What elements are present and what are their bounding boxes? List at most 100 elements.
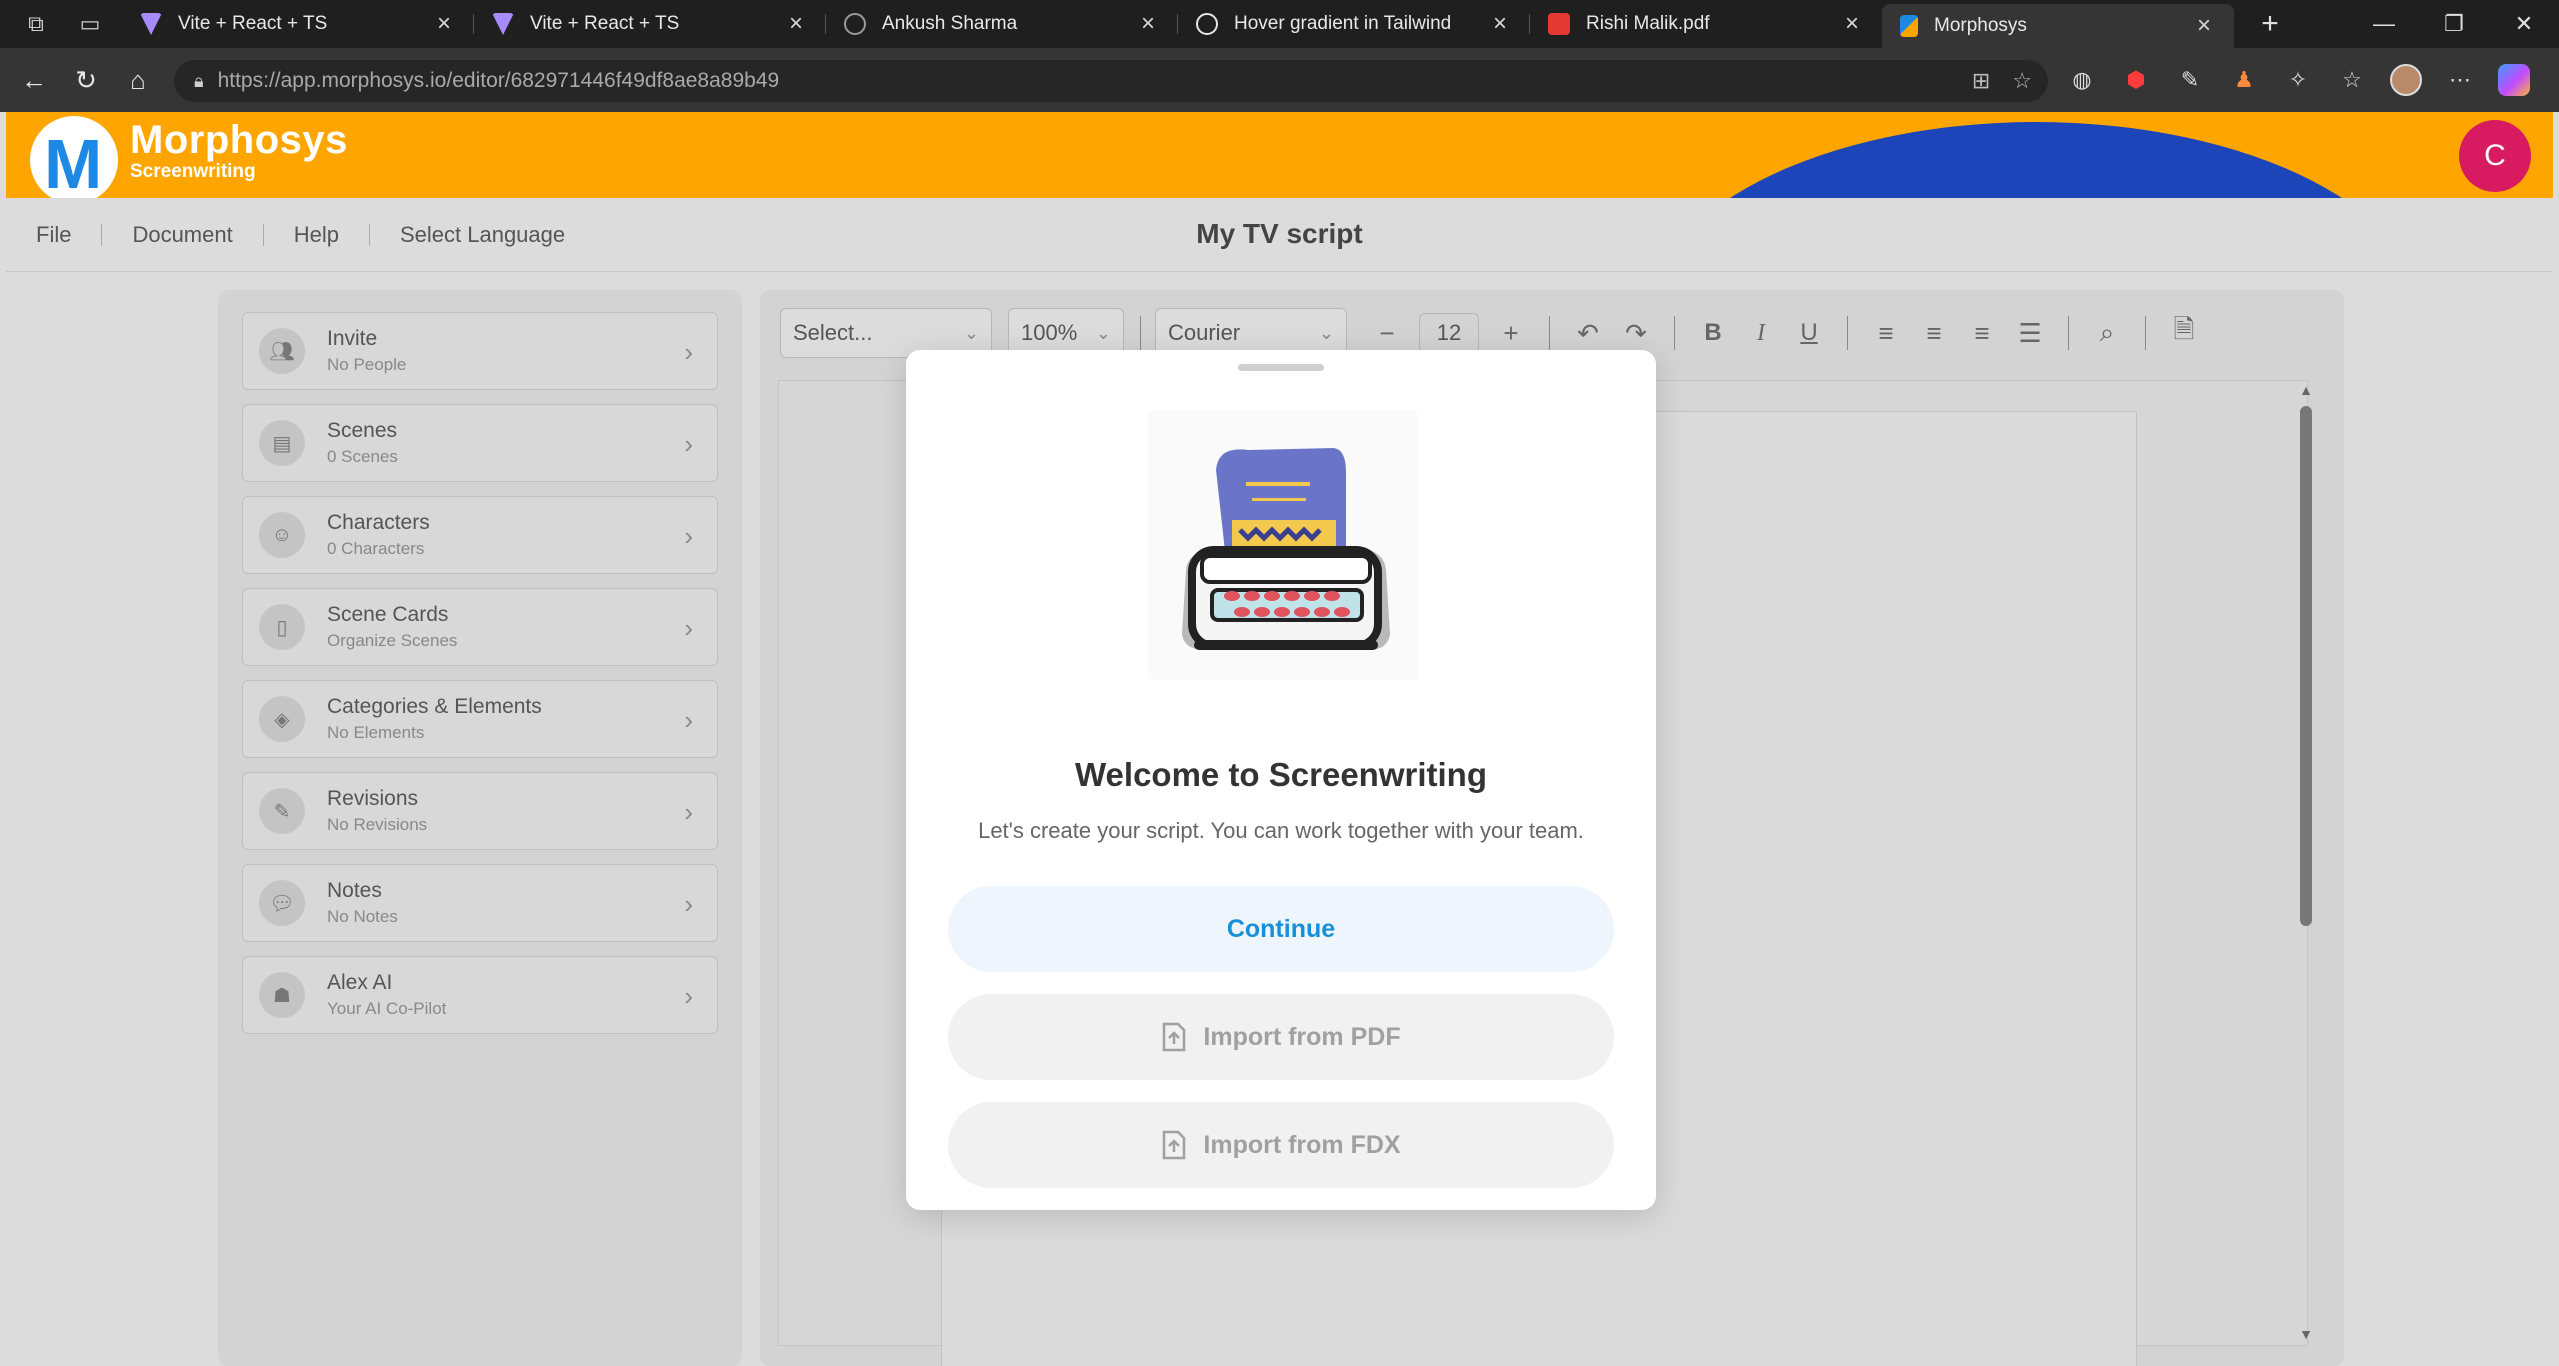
find-replace-icon[interactable]: ⌕ <box>2083 309 2131 357</box>
close-window-icon[interactable]: ✕ <box>2489 0 2559 48</box>
drag-handle[interactable] <box>1238 364 1324 371</box>
favorite-star-icon[interactable]: ☆ <box>2012 68 2032 94</box>
bold-icon[interactable]: B <box>1689 309 1737 357</box>
brand: Morphosys Screenwriting <box>130 118 348 183</box>
import-fdx-button[interactable]: Import from FDX <box>948 1102 1614 1188</box>
import-pdf-button[interactable]: Import from PDF <box>948 994 1614 1080</box>
font-size-input[interactable]: 12 <box>1419 313 1479 353</box>
chevron-right-icon: › <box>684 981 693 1011</box>
sidebar-item-revisions[interactable]: ✎ Revisions No Revisions › <box>242 772 718 850</box>
browser-tab[interactable]: Ankush Sharma × <box>826 0 1178 48</box>
window-controls: — ❐ ✕ <box>2349 0 2559 48</box>
copilot-icon[interactable] <box>2498 64 2530 96</box>
underline-icon[interactable]: U <box>1785 309 1833 357</box>
chevron-down-icon: ⌄ <box>963 322 979 343</box>
modal-title: Welcome to Screenwriting <box>1075 756 1487 793</box>
lock-icon[interactable]: 🔒︎ <box>194 71 204 92</box>
reload-icon[interactable]: ↻ <box>64 58 108 102</box>
brand-name: Morphosys <box>130 118 348 162</box>
document-icon[interactable]: 🗎︎ <box>2160 309 2208 357</box>
close-tab-icon[interactable]: × <box>2192 12 2216 40</box>
user-avatar[interactable]: C <box>2459 120 2531 192</box>
typewriter-illustration <box>1148 410 1418 680</box>
browser-tab[interactable]: Hover gradient in Tailwind × <box>1178 0 1530 48</box>
sidebar-item-notes[interactable]: 💬︎ Notes No Notes › <box>242 864 718 942</box>
tab-actions-icon[interactable]: ▭ <box>72 6 108 42</box>
align-right-icon[interactable]: ≡ <box>1958 309 2006 357</box>
browser-tab[interactable]: Vite + React + TS × <box>122 0 474 48</box>
sidebar-item-scenes[interactable]: ▤ Scenes 0 Scenes › <box>242 404 718 482</box>
app-available-icon[interactable]: ⊞ <box>1972 68 1990 94</box>
adblock-extension-icon[interactable]: ⬢ <box>2120 64 2152 96</box>
extension-icon[interactable]: ♟ <box>2228 64 2260 96</box>
scroll-up-icon[interactable]: ▲ <box>2298 382 2314 398</box>
smiley-icon: ☺ <box>259 512 305 558</box>
layers-icon: ◈ <box>259 696 305 742</box>
file-upload-icon <box>1161 1022 1187 1052</box>
sidebar-item-scene-cards[interactable]: ▯ Scene Cards Organize Scenes › <box>242 588 718 666</box>
close-tab-icon[interactable]: × <box>1840 10 1864 38</box>
pen-icon: ✎ <box>259 788 305 834</box>
more-menu-icon[interactable]: ⋯ <box>2444 64 2476 96</box>
close-tab-icon[interactable]: × <box>432 10 456 38</box>
sidebar-item-characters[interactable]: ☺ Characters 0 Characters › <box>242 496 718 574</box>
extensions-puzzle-icon[interactable]: ✧ <box>2282 64 2314 96</box>
clapper-icon: ▤ <box>259 420 305 466</box>
back-icon[interactable]: ← <box>12 58 56 102</box>
eyedropper-extension-icon[interactable]: ✎ <box>2174 64 2206 96</box>
pdf-favicon-icon <box>1548 13 1570 35</box>
sidebar-item-categories[interactable]: ◈ Categories & Elements No Elements › <box>242 680 718 758</box>
align-justify-icon[interactable]: ☰ <box>2006 309 2054 357</box>
continue-button[interactable]: Continue <box>948 886 1614 972</box>
vpn-globe-icon[interactable]: ◍ <box>2066 64 2098 96</box>
chevron-down-icon: ⌄ <box>1318 322 1334 343</box>
browser-tab-active[interactable]: Morphosys × <box>1882 4 2234 48</box>
chevron-right-icon: › <box>684 429 693 459</box>
app-header: M Morphosys Screenwriting C <box>6 112 2553 198</box>
chevron-right-icon: › <box>684 889 693 919</box>
chevron-right-icon: › <box>684 797 693 827</box>
close-tab-icon[interactable]: × <box>1136 10 1160 38</box>
sidebar-item-invite[interactable]: 👥︎ Invite No People › <box>242 312 718 390</box>
profile-avatar[interactable] <box>2390 64 2422 96</box>
address-bar[interactable]: 🔒︎ https://app.morphosys.io/editor/68297… <box>174 60 2048 102</box>
scrollbar-thumb[interactable] <box>2300 406 2312 926</box>
workspaces-icon[interactable]: ⧉ <box>18 6 54 42</box>
chevron-down-icon: ⌄ <box>1095 322 1111 343</box>
openai-favicon-icon <box>1196 13 1218 35</box>
morphosys-favicon-icon <box>1900 15 1918 37</box>
home-icon[interactable]: ⌂ <box>116 58 160 102</box>
chat-icon: 💬︎ <box>259 880 305 926</box>
scroll-down-icon[interactable]: ▼ <box>2298 1326 2314 1342</box>
document-title[interactable]: My TV script <box>6 218 2553 250</box>
minimize-icon[interactable]: — <box>2349 0 2419 48</box>
browser-tab-strip: ⧉ ▭ Vite + React + TS × Vite + React + T… <box>0 0 2559 48</box>
browser-toolbar: ← ↻ ⌂ 🔒︎ https://app.morphosys.io/editor… <box>0 48 2559 112</box>
chevron-right-icon: › <box>684 337 693 367</box>
extensions-bar: ◍ ⬢ ✎ ♟ ✧ ☆ ⋯ <box>2066 58 2530 102</box>
browser-tab[interactable]: Rishi Malik.pdf × <box>1530 0 1882 48</box>
align-left-icon[interactable]: ≡ <box>1862 309 1910 357</box>
restore-icon[interactable]: ❐ <box>2419 0 2489 48</box>
sidebar-item-alex-ai[interactable]: ☗ Alex AI Your AI Co-Pilot › <box>242 956 718 1034</box>
chevron-right-icon: › <box>684 521 693 551</box>
new-tab-icon[interactable]: + <box>2252 7 2288 41</box>
cards-icon: ▯ <box>259 604 305 650</box>
italic-icon[interactable]: I <box>1737 309 1785 357</box>
chevron-right-icon: › <box>684 613 693 643</box>
vertical-scrollbar[interactable]: ▲ ▼ <box>2298 382 2314 1342</box>
align-center-icon[interactable]: ≡ <box>1910 309 1958 357</box>
modal-subtitle: Let's create your script. You can work t… <box>978 818 1584 843</box>
favorites-icon[interactable]: ☆ <box>2336 64 2368 96</box>
ai-head-icon: ☗ <box>259 972 305 1018</box>
logo-mark: M <box>44 125 102 198</box>
close-tab-icon[interactable]: × <box>784 10 808 38</box>
chevron-right-icon: › <box>684 705 693 735</box>
brand-subtitle: Screenwriting <box>130 161 256 182</box>
sidebar: 👥︎ Invite No People › ▤ Scenes 0 Scenes › … <box>218 290 742 1366</box>
browser-tab[interactable]: Vite + React + TS × <box>474 0 826 48</box>
url-text[interactable]: https://app.morphosys.io/editor/68297144… <box>218 69 780 93</box>
close-tab-icon[interactable]: × <box>1488 10 1512 38</box>
vite-favicon-icon <box>140 13 162 35</box>
welcome-modal: Welcome to Screenwriting Let's create yo… <box>906 350 1656 1210</box>
